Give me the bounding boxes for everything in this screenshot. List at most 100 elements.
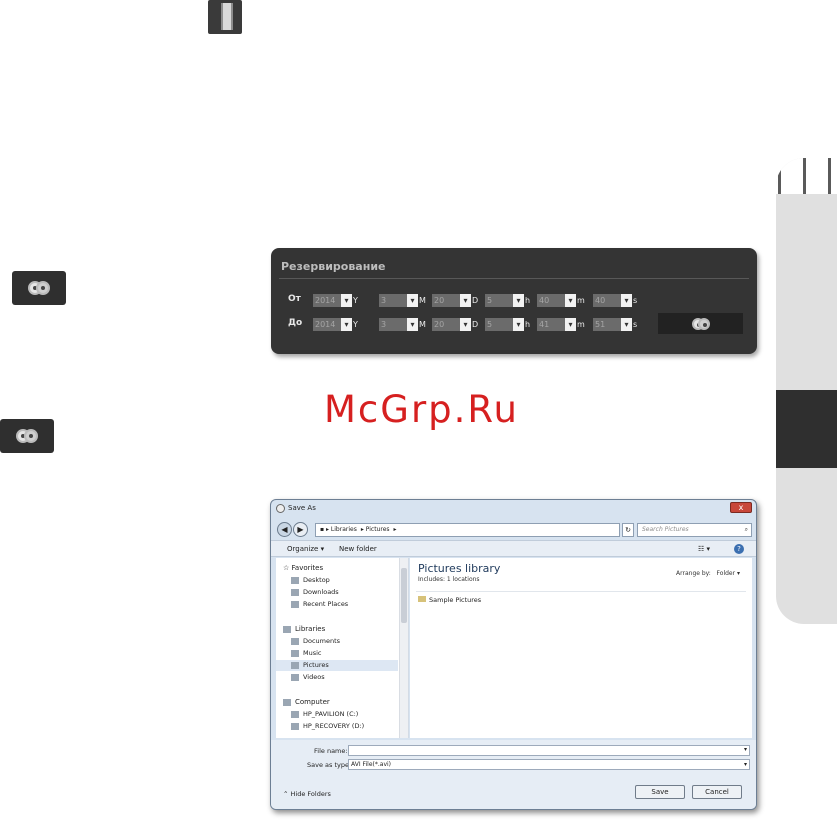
reservation-title: Резервирование xyxy=(281,260,386,273)
from-minute-value: 40 xyxy=(537,293,565,307)
nav-label: Favorites xyxy=(291,564,324,572)
hide-folders-label: Hide Folders xyxy=(290,790,331,798)
hide-folders-button[interactable]: ⌃ Hide Folders xyxy=(283,790,331,798)
chevron-down-icon[interactable]: ▾ xyxy=(341,293,352,307)
library-title: Pictures library xyxy=(418,562,501,575)
from-second-select[interactable]: 40 ▾ s xyxy=(593,293,637,307)
back-icon[interactable]: ◀ xyxy=(277,522,292,537)
search-placeholder: Search Pictures xyxy=(642,526,689,533)
to-month-select[interactable]: 3 ▾ M xyxy=(379,317,426,331)
save-button[interactable]: Save xyxy=(635,785,685,799)
from-day-value: 20 xyxy=(432,293,460,307)
nav-label: Desktop xyxy=(303,576,330,584)
scrollbar-thumb[interactable] xyxy=(401,568,407,623)
nav-item-desktop[interactable]: Desktop xyxy=(291,575,398,586)
nav-computer[interactable]: Computer xyxy=(283,697,398,708)
disc-icon xyxy=(24,429,38,443)
refresh-icon[interactable]: ↻ xyxy=(622,523,634,537)
chevron-down-icon[interactable]: ▾ xyxy=(407,317,418,331)
to-minute-select[interactable]: 41 ▾ m xyxy=(537,317,585,331)
save-type-select[interactable]: AVI File(*.avi) ▾ xyxy=(348,759,750,770)
drive-icon xyxy=(291,710,299,718)
from-year-select[interactable]: 2014 ▾ Y xyxy=(313,293,358,307)
backup-button[interactable] xyxy=(658,313,743,334)
nav-label: Pictures xyxy=(303,661,329,669)
nav-item-drive-c[interactable]: HP_PAVILION (C:) xyxy=(291,709,398,720)
unit-label: m xyxy=(577,295,585,305)
chevron-down-icon[interactable]: ▾ xyxy=(621,293,632,307)
file-name-field[interactable]: ▾ xyxy=(348,745,750,756)
from-hour-select[interactable]: 5 ▾ h xyxy=(485,293,530,307)
search-icon[interactable]: ⌕ xyxy=(745,524,748,536)
backup-icon xyxy=(12,271,66,305)
nav-libraries[interactable]: Libraries xyxy=(283,624,398,635)
chevron-down-icon[interactable]: ▾ xyxy=(460,293,471,307)
nav-item-videos[interactable]: Videos xyxy=(291,672,398,683)
cancel-button[interactable]: Cancel xyxy=(692,785,742,799)
nav-item-documents[interactable]: Documents xyxy=(291,636,398,647)
nav-item-music[interactable]: Music xyxy=(291,648,398,659)
libraries-icon xyxy=(283,625,291,633)
chevron-down-icon[interactable]: ▾ xyxy=(565,317,576,331)
chevron-down-icon[interactable]: ▾ xyxy=(513,317,524,331)
unit-label: Y xyxy=(353,319,358,329)
organize-button[interactable]: Organize ▾ xyxy=(287,545,324,553)
nav-item-pictures[interactable]: Pictures xyxy=(276,660,398,671)
nav-favorites[interactable]: ☆ Favorites xyxy=(283,563,398,574)
chevron-down-icon[interactable]: ▾ xyxy=(565,293,576,307)
drive-icon xyxy=(291,722,299,730)
to-second-select[interactable]: 51 ▾ s xyxy=(593,317,637,331)
library-includes[interactable]: Includes: 1 locations xyxy=(418,576,480,583)
nav-label: Downloads xyxy=(303,588,339,596)
from-day-select[interactable]: 20 ▾ D xyxy=(432,293,478,307)
unit-label: h xyxy=(525,295,531,305)
from-label: От xyxy=(288,294,301,304)
file-name-label: File name: xyxy=(314,747,348,755)
nav-item-drive-d[interactable]: HP_RECOVERY (D:) xyxy=(291,721,398,732)
from-minute-select[interactable]: 40 ▾ m xyxy=(537,293,585,307)
chevron-down-icon[interactable]: ▾ xyxy=(744,760,747,769)
arrange-by[interactable]: Arrange by: Folder ▾ xyxy=(676,570,740,577)
forward-icon[interactable]: ▶ xyxy=(293,522,308,537)
nav-item-downloads[interactable]: Downloads xyxy=(291,587,398,598)
navigation-bar: ◀ ▶ ▪ ▸ Libraries ▸ Pictures ▸ ↻ Search Pi… xyxy=(271,520,756,538)
breadcrumb-pictures[interactable]: Pictures xyxy=(366,526,390,533)
from-month-select[interactable]: 3 ▾ M xyxy=(379,293,426,307)
save-as-dialog: Save As x ◀ ▶ ▪ ▸ Libraries ▸ Pictures ▸ ↻… xyxy=(270,499,757,810)
to-day-value: 20 xyxy=(432,317,460,331)
views-button[interactable]: ☷ ▾ xyxy=(698,545,710,553)
list-item[interactable]: Sample Pictures xyxy=(418,596,481,604)
chevron-down-icon[interactable]: ▾ xyxy=(460,317,471,331)
downloads-icon xyxy=(291,588,299,596)
search-input[interactable]: Search Pictures ⌕ xyxy=(637,523,752,537)
chevron-down-icon[interactable]: ▾ xyxy=(621,317,632,331)
address-bar[interactable]: ▪ ▸ Libraries ▸ Pictures ▸ xyxy=(315,523,620,537)
dialog-footer: File name: ▾ Save as type: AVI File(*.av… xyxy=(271,740,756,809)
side-tab-marker xyxy=(778,158,781,194)
chevron-down-icon[interactable]: ▾ xyxy=(513,293,524,307)
disc-icon xyxy=(697,317,710,330)
chevron-down-icon[interactable]: ▾ xyxy=(341,317,352,331)
breadcrumb-libraries[interactable]: Libraries xyxy=(331,526,357,533)
chevron-down-icon[interactable]: ▾ xyxy=(407,293,418,307)
to-year-select[interactable]: 2014 ▾ Y xyxy=(313,317,358,331)
save-type-label: Save as type: xyxy=(307,761,352,769)
nav-item-recent-places[interactable]: Recent Places xyxy=(291,599,398,610)
watermark: McGrp.Ru xyxy=(324,388,519,431)
new-folder-button[interactable]: New folder xyxy=(339,545,377,553)
arrange-by-value[interactable]: Folder ▾ xyxy=(717,570,740,577)
close-button[interactable]: x xyxy=(730,502,752,513)
from-month-value: 3 xyxy=(379,293,407,307)
folder-icon xyxy=(418,596,426,602)
computer-icon xyxy=(283,698,291,706)
save-type-value: AVI File(*.avi) xyxy=(351,761,392,768)
to-hour-select[interactable]: 5 ▾ h xyxy=(485,317,530,331)
star-icon: ☆ xyxy=(283,564,292,572)
chevron-down-icon[interactable]: ▾ xyxy=(744,746,747,753)
to-label: До xyxy=(288,318,303,328)
to-day-select[interactable]: 20 ▾ D xyxy=(432,317,478,331)
help-icon[interactable]: ? xyxy=(734,544,744,554)
unit-label: M xyxy=(419,319,426,329)
nav-scrollbar[interactable] xyxy=(399,558,408,738)
dialog-titlebar: Save As x xyxy=(271,500,756,518)
